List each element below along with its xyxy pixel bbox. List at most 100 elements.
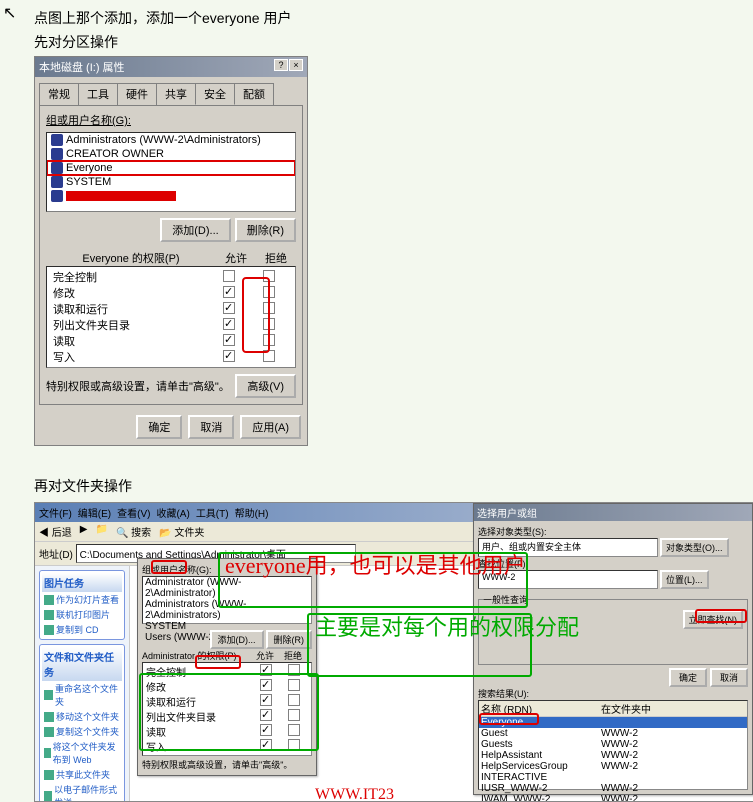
address-label: 地址(D) bbox=[39, 550, 73, 561]
properties-dialog: 本地磁盘 (I:) 属性 ? × 常规 工具 硬件 共享 安全 配额 组或用户名… bbox=[34, 56, 308, 446]
list-item[interactable]: Administrators (WWW-2\Administrators) bbox=[143, 599, 311, 621]
user-icon bbox=[51, 190, 63, 202]
select-titlebar: 选择用户或组 bbox=[474, 504, 752, 521]
menu-edit[interactable]: 编辑(E) bbox=[78, 505, 111, 520]
result-row[interactable]: IWAM_WWW-2WWW-2 bbox=[479, 794, 747, 802]
tab-hardware[interactable]: 硬件 bbox=[117, 83, 157, 105]
deny-checkbox[interactable] bbox=[263, 286, 275, 298]
panel-item[interactable]: 联机打印图片 bbox=[42, 607, 122, 622]
tab-quota[interactable]: 配额 bbox=[234, 83, 274, 105]
location-btn[interactable]: 位置(L)... bbox=[660, 570, 709, 589]
cancel-button[interactable]: 取消 bbox=[188, 415, 234, 439]
folders-button[interactable]: 📂 文件夹 bbox=[159, 524, 204, 539]
user-row: Administrators (WWW-2\Administrators) bbox=[47, 133, 295, 147]
location-input[interactable]: WWW-2 bbox=[478, 570, 658, 589]
menu-file[interactable]: 文件(F) bbox=[39, 505, 72, 520]
ok-button[interactable]: 确定 bbox=[136, 415, 182, 439]
back-button[interactable]: ◀ 后退 bbox=[39, 524, 72, 539]
panel-item[interactable]: 共享此文件夹 bbox=[42, 767, 122, 782]
deny-checkbox[interactable] bbox=[263, 270, 275, 282]
panel-item[interactable]: 复制到 CD bbox=[42, 622, 122, 637]
result-row-everyone[interactable]: Everyone bbox=[479, 717, 747, 728]
allow-checkbox[interactable] bbox=[223, 302, 235, 314]
cursor-icon: ↖ bbox=[3, 3, 16, 23]
group-icon bbox=[51, 162, 63, 174]
object-type-btn[interactable]: 对象类型(O)... bbox=[660, 538, 729, 557]
remove-button[interactable]: 删除(R) bbox=[235, 218, 296, 242]
permissions-label: Everyone 的权限(P) bbox=[46, 250, 216, 266]
menu-tools[interactable]: 工具(T) bbox=[196, 505, 229, 520]
perm-row: 读取和运行 bbox=[49, 301, 293, 317]
inner-perm-list: 完全控制 修改 读取和运行 列出文件夹目录 读取 写入 bbox=[142, 662, 312, 756]
inner-user-list[interactable]: Administrator (WWW-2\Administrator) Admi… bbox=[142, 576, 312, 624]
perm-row: 完全控制 bbox=[49, 269, 293, 285]
help-button[interactable]: ? bbox=[274, 59, 288, 71]
menu-view[interactable]: 查看(V) bbox=[117, 505, 150, 520]
perm-row: 修改 bbox=[49, 285, 293, 301]
tab-general[interactable]: 常规 bbox=[39, 83, 79, 105]
results-list[interactable]: 名称 (RDN)在文件夹中 Everyone GuestWWW-2 Guests… bbox=[478, 700, 748, 790]
object-type-input[interactable]: 用户、组或内置安全主体 bbox=[478, 538, 658, 557]
inner-remove-button[interactable]: 删除(R) bbox=[266, 630, 313, 649]
tab-sharing[interactable]: 共享 bbox=[156, 83, 196, 105]
user-icon bbox=[51, 148, 63, 160]
instruction-3: 再对文件夹操作 bbox=[34, 476, 753, 496]
panel-item[interactable]: 重命名这个文件夹 bbox=[42, 681, 122, 709]
user-row: SYSTEM bbox=[47, 175, 295, 189]
panel-file-title: 文件和文件夹任务 bbox=[42, 647, 122, 681]
instruction-2: 先对分区操作 bbox=[34, 32, 753, 52]
tab-security[interactable]: 安全 bbox=[195, 83, 235, 105]
menu-fav[interactable]: 收藏(A) bbox=[156, 505, 189, 520]
perm-row: 列出文件夹目录 bbox=[49, 317, 293, 333]
user-list[interactable]: Administrators (WWW-2\Administrators) CR… bbox=[46, 132, 296, 212]
result-row[interactable]: HelpAssistantWWW-2 bbox=[479, 750, 747, 761]
perm-row: 写入 bbox=[49, 349, 293, 365]
find-now-btn[interactable]: 立即查找(N) bbox=[683, 610, 744, 629]
allow-header: 允许 bbox=[216, 250, 256, 266]
result-row[interactable]: IUSR_WWW-2WWW-2 bbox=[479, 783, 747, 794]
list-item[interactable]: Administrator (WWW-2\Administrator) bbox=[143, 577, 311, 599]
result-row[interactable]: GuestsWWW-2 bbox=[479, 739, 747, 750]
menu-help[interactable]: 帮助(H) bbox=[235, 505, 269, 520]
allow-checkbox[interactable] bbox=[223, 350, 235, 362]
panel-item[interactable]: 移动这个文件夹 bbox=[42, 709, 122, 724]
group-icon bbox=[51, 134, 63, 146]
select-ok-btn[interactable]: 确定 bbox=[669, 668, 707, 687]
inner-add-button[interactable]: 添加(D)... bbox=[210, 630, 264, 649]
deny-checkbox[interactable] bbox=[263, 334, 275, 346]
panel-pic-title: 图片任务 bbox=[42, 573, 122, 592]
search-button[interactable]: 🔍 搜索 bbox=[116, 524, 151, 539]
tab-strip: 常规 工具 硬件 共享 安全 配额 bbox=[35, 79, 307, 105]
allow-checkbox[interactable] bbox=[223, 318, 235, 330]
close-button[interactable]: × bbox=[289, 59, 303, 71]
add-button[interactable]: 添加(D)... bbox=[160, 218, 230, 242]
explorer-screenshot: 文件(F) 编辑(E) 查看(V) 收藏(A) 工具(T) 帮助(H) ◀ 后退… bbox=[34, 502, 753, 802]
apply-button[interactable]: 应用(A) bbox=[240, 415, 301, 439]
permissions-list: 完全控制 修改 读取和运行 列出文件夹目录 读取 写入 bbox=[46, 266, 296, 368]
tab-tools[interactable]: 工具 bbox=[78, 83, 118, 105]
allow-checkbox[interactable] bbox=[223, 334, 235, 346]
perm-row: 读取 bbox=[49, 333, 293, 349]
up-button[interactable]: 📁 bbox=[95, 524, 107, 539]
deny-checkbox[interactable] bbox=[263, 302, 275, 314]
forward-button[interactable]: ▶ bbox=[80, 524, 88, 539]
deny-checkbox[interactable] bbox=[263, 318, 275, 330]
result-row[interactable]: GuestWWW-2 bbox=[479, 728, 747, 739]
user-icon bbox=[51, 176, 63, 188]
panel-item[interactable]: 复制这个文件夹 bbox=[42, 724, 122, 739]
result-row[interactable]: INTERACTIVE bbox=[479, 772, 747, 783]
user-row: CREATOR OWNER bbox=[47, 147, 295, 161]
instruction-1: 点图上那个添加，添加一个everyone 用户 bbox=[34, 8, 753, 28]
panel-item[interactable]: 作为幻灯片查看 bbox=[42, 592, 122, 607]
allow-checkbox[interactable] bbox=[223, 270, 235, 282]
group-users-label: 组或用户名称(G): bbox=[46, 112, 296, 128]
user-row-everyone: Everyone bbox=[47, 161, 295, 175]
advanced-button[interactable]: 高级(V) bbox=[235, 374, 296, 398]
redacted-user[interactable] bbox=[66, 191, 176, 201]
select-cancel-btn[interactable]: 取消 bbox=[710, 668, 748, 687]
inner-group-label: 组或用户名称(G): bbox=[142, 563, 312, 576]
panel-item[interactable]: 以电子邮件形式发送 bbox=[42, 782, 122, 802]
dialog-title: 本地磁盘 (I:) 属性 bbox=[39, 59, 125, 75]
allow-checkbox[interactable] bbox=[223, 286, 235, 298]
deny-checkbox[interactable] bbox=[263, 350, 275, 362]
